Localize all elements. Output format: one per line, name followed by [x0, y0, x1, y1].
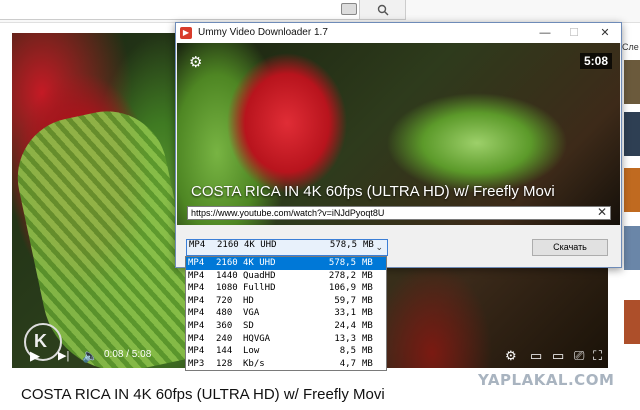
option-unit: MB	[362, 358, 373, 369]
miniplayer-icon[interactable]: ▭	[530, 348, 542, 364]
search-input[interactable]	[0, 0, 360, 20]
option-resolution: 1080	[216, 283, 238, 294]
quality-option[interactable]: MP4 720 HD 59,7 MB	[186, 295, 386, 308]
selected-format: MP4	[189, 240, 206, 250]
option-format: MP4	[188, 258, 205, 268]
minimize-button[interactable]: —	[530, 24, 560, 42]
option-label: HQVGA	[243, 333, 271, 344]
option-resolution: 144	[216, 346, 233, 357]
option-size: 59,7	[334, 295, 356, 306]
option-resolution: 240	[216, 333, 233, 344]
keyboard-icon[interactable]	[341, 3, 357, 15]
sidebar-thumbnail[interactable]	[624, 112, 640, 156]
selected-label: 4K UHD	[244, 240, 277, 250]
quality-option[interactable]: MP4 144 Low 8,5 MB	[186, 345, 386, 358]
url-input[interactable]: https://www.youtube.com/watch?v=iNJdPyoq…	[187, 205, 611, 220]
search-button[interactable]	[360, 0, 406, 20]
gear-icon[interactable]: ⚙	[189, 53, 202, 71]
browser-top-bar	[0, 0, 640, 23]
sidebar-thumbnail[interactable]	[624, 226, 640, 270]
option-unit: MB	[362, 308, 373, 319]
url-value: https://www.youtube.com/watch?v=iNJdPyoq…	[191, 208, 385, 218]
option-format: MP4	[188, 333, 205, 344]
option-unit: MB	[362, 283, 373, 294]
app-icon: ▶	[180, 27, 192, 39]
option-format: MP4	[188, 308, 205, 319]
sidebar-thumbnail[interactable]	[624, 300, 640, 344]
option-label: 4K UHD	[243, 258, 276, 268]
option-label: VGA	[243, 308, 260, 319]
selected-unit: MB	[363, 240, 374, 250]
option-resolution: 360	[216, 320, 233, 331]
video-preview: ⚙ 5:08 COSTA RICA IN 4K 60fps (ULTRA HD)…	[177, 43, 620, 225]
cast-icon[interactable]: ⎚	[574, 348, 584, 364]
sidebar-label: Сле	[622, 42, 639, 52]
option-size: 578,5	[328, 258, 356, 268]
current-time: 0:08 / 5:08	[104, 349, 152, 360]
quality-options-list: MP4 2160 4K UHD 578,5 MB MP4 1440 QuadHD 278,2 MB…	[185, 256, 387, 371]
option-unit: MB	[362, 270, 373, 281]
settings-icon[interactable]: ⚙	[505, 348, 517, 364]
option-resolution: 1440	[216, 270, 238, 281]
close-button[interactable]: ✕	[590, 24, 620, 42]
option-unit: MB	[362, 320, 373, 331]
option-label: HD	[243, 295, 254, 306]
play-icon[interactable]: ▶	[30, 348, 40, 364]
window-title: Ummy Video Downloader 1.7	[198, 27, 328, 38]
option-format: MP4	[188, 295, 205, 306]
option-unit: MB	[362, 295, 373, 306]
quality-select[interactable]: MP4 2160 4K UHD 578,5 MB ⌄	[186, 239, 388, 256]
option-size: 33,1	[334, 308, 356, 319]
option-format: MP4	[188, 320, 205, 331]
option-resolution: 2160	[216, 258, 238, 268]
search-icon	[377, 4, 389, 16]
youtube-video-title: COSTA RICA IN 4K 60fps (ULTRA HD) w/ Fre…	[21, 386, 385, 403]
quality-option[interactable]: MP4 1440 QuadHD 278,2 MB	[186, 270, 386, 283]
option-size: 13,3	[334, 333, 356, 344]
maximize-button[interactable]: ☐	[559, 24, 589, 42]
option-format: MP3	[188, 358, 205, 369]
chevron-down-icon: ⌄	[375, 242, 383, 252]
option-label: Kb/s	[243, 358, 265, 369]
option-size: 106,9	[328, 283, 356, 294]
quality-option[interactable]: MP4 360 SD 24,4 MB	[186, 320, 386, 333]
quality-option[interactable]: MP3 128 Kb/s 4,7 MB	[186, 358, 386, 371]
option-size: 278,2	[328, 270, 356, 281]
download-button[interactable]: Скачать	[532, 239, 608, 256]
preview-video-title: COSTA RICA IN 4K 60fps (ULTRA HD) w/ Fre…	[191, 183, 555, 200]
fullscreen-icon[interactable]: ⛶	[593, 348, 602, 364]
option-format: MP4	[188, 270, 205, 281]
selected-size: 578,5	[329, 240, 357, 250]
option-label: QuadHD	[243, 270, 276, 281]
theater-icon[interactable]: ▭	[552, 348, 564, 364]
clear-icon[interactable]: ✕	[597, 205, 607, 219]
option-resolution: 480	[216, 308, 233, 319]
quality-option[interactable]: MP4 480 VGA 33,1 MB	[186, 307, 386, 320]
site-watermark: YAPLAKAL.COM	[478, 371, 615, 389]
option-size: 4,7	[339, 358, 356, 369]
option-unit: MB	[362, 346, 373, 357]
option-format: MP4	[188, 283, 205, 294]
next-icon[interactable]: ▶|	[58, 348, 69, 364]
selected-resolution: 2160	[217, 240, 239, 250]
video-duration: 5:08	[579, 53, 612, 69]
window-titlebar[interactable]: ▶ Ummy Video Downloader 1.7 — ☐ ✕	[176, 23, 621, 43]
option-label: Low	[243, 346, 260, 357]
quality-option[interactable]: MP4 240 HQVGA 13,3 MB	[186, 333, 386, 346]
option-format: MP4	[188, 346, 205, 357]
option-label: SD	[243, 320, 254, 331]
option-unit: MB	[362, 258, 373, 268]
option-resolution: 720	[216, 295, 233, 306]
option-size: 24,4	[334, 320, 356, 331]
option-label: FullHD	[243, 283, 276, 294]
option-unit: MB	[362, 333, 373, 344]
ummy-window: ▶ Ummy Video Downloader 1.7 — ☐ ✕ ⚙ 5:08…	[175, 22, 622, 268]
quality-option[interactable]: MP4 1080 FullHD 106,9 MB	[186, 282, 386, 295]
sidebar-thumbnail[interactable]	[624, 60, 640, 104]
option-resolution: 128	[216, 358, 233, 369]
quality-option[interactable]: MP4 2160 4K UHD 578,5 MB	[186, 257, 386, 270]
volume-icon[interactable]: 🔈	[82, 348, 98, 364]
option-size: 8,5	[339, 346, 356, 357]
sidebar-thumbnail[interactable]	[624, 168, 640, 212]
